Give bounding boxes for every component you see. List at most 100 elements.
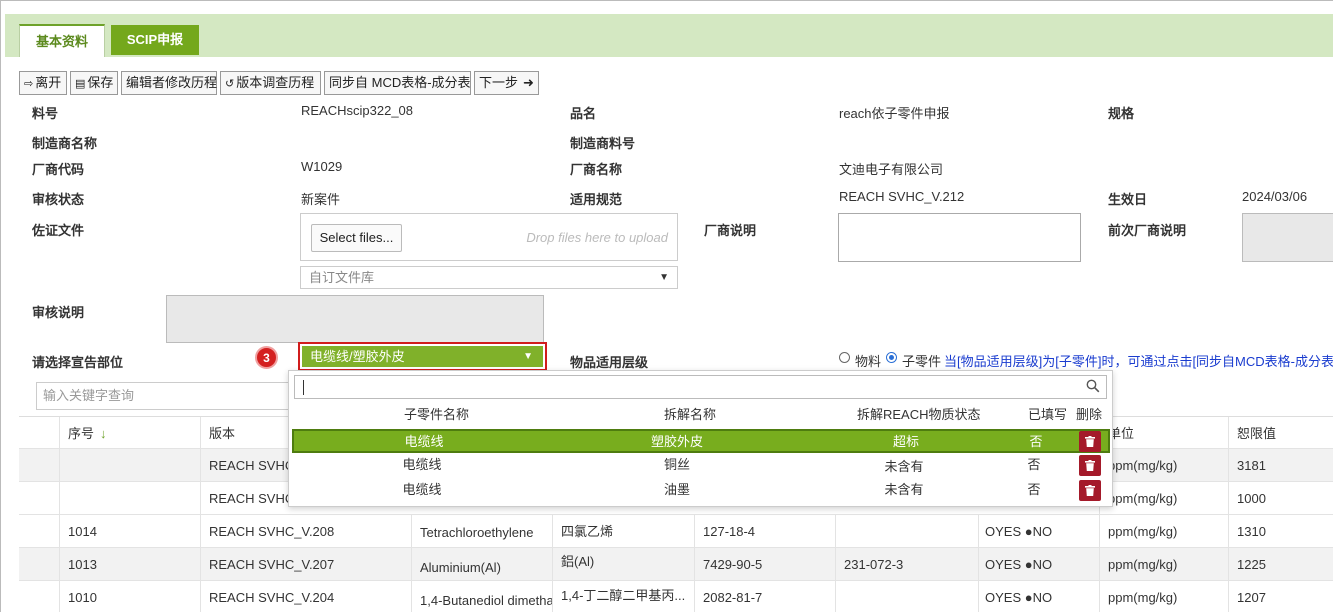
save-button[interactable]: ▤ 保存 [70, 71, 118, 95]
trash-icon[interactable] [1079, 431, 1101, 452]
vendor-name-label: 厂商名称 [570, 162, 623, 177]
table-row[interactable]: 1014 REACH SVHC_V.208 Tetrachloroethylen… [19, 515, 1333, 548]
leave-button[interactable]: ⇨ 离开 [19, 71, 67, 95]
sync-mcd-label: 同步自 MCD表格-成分表 [329, 75, 471, 90]
table-cell: REACH SVHC_V.208 [200, 515, 411, 547]
table-header [19, 417, 59, 448]
part-no-value: REACHscip322_08 [301, 103, 414, 118]
option-subpart: 电缆线 [402, 457, 442, 472]
file-upload-zone[interactable]: Select files... Drop files here to uploa… [300, 213, 678, 261]
custom-library-select[interactable]: 自订文件库 ▼ [300, 266, 678, 289]
regulation-value: REACH SVHC_V.212 [839, 189, 965, 204]
yes-no-radio[interactable]: OYES ●NO [978, 581, 1099, 612]
option-subpart: 电缆线 [404, 434, 444, 449]
table-cell: Tetrachloroethylene [411, 515, 552, 547]
table-row[interactable]: 1010 REACH SVHC_V.204 1,4-Butanediol dim… [19, 581, 1333, 612]
table-cell [19, 581, 59, 612]
table-cell [19, 548, 59, 580]
maker-part-label: 制造商料号 [570, 136, 636, 151]
tab-scip-declaration[interactable]: SCIP申报 [111, 25, 199, 55]
trash-icon[interactable] [1079, 455, 1101, 476]
option-subpart: 电缆线 [402, 482, 442, 497]
table-cell: 1207 [1228, 581, 1333, 612]
table-cell: 1014 [59, 515, 200, 547]
drop-files-hint: Drop files here to upload [526, 230, 668, 245]
option-filled: 否 [1029, 434, 1043, 449]
level-radio-subpart[interactable] [886, 352, 897, 363]
table-header-seq-label: 序号 [68, 426, 95, 441]
table-header-unit[interactable]: 单位 [1099, 417, 1228, 448]
page-frame: 基本资料 SCIP申报 ⇨ 离开 ▤ 保存 编辑者修改历程 ↺ 版本调查历程 同步自 … [0, 0, 1333, 612]
yes-no-radio[interactable]: OYES ●NO [978, 515, 1099, 547]
dropdown-search-input[interactable] [294, 375, 1107, 399]
table-cell: 3181 [1228, 449, 1333, 481]
tab-basic-info[interactable]: 基本资料 [19, 24, 105, 57]
evidence-label: 佐证文件 [32, 223, 85, 238]
option-status: 超标 [892, 434, 920, 449]
table-cell: ppm(mg/kg) [1099, 581, 1228, 612]
search-icon[interactable] [1086, 379, 1100, 396]
exit-icon: ⇨ [24, 78, 34, 90]
table-row[interactable]: 1013 REACH SVHC_V.207 Aluminium(Al) 鋁(Al… [19, 548, 1333, 581]
keyword-search-input[interactable]: 输入关键字查询 [36, 382, 296, 410]
editor-history-label: 编辑者修改历程 [126, 75, 218, 90]
editor-history-button[interactable]: 编辑者修改历程 [121, 71, 217, 95]
table-cell: REACH SVHC_V.207 [200, 548, 411, 580]
declare-part-label: 请选择宣告部位 [32, 355, 124, 370]
trash-icon[interactable] [1079, 480, 1101, 501]
table-cell [835, 581, 978, 612]
review-note-textarea [166, 295, 544, 343]
yes-no-radio[interactable]: OYES ●NO [978, 548, 1099, 580]
table-cell: 1010 [59, 581, 200, 612]
save-label: 保存 [87, 75, 114, 90]
dropdown-header-filled: 已填写 [1028, 407, 1068, 422]
option-filled: 否 [1027, 457, 1041, 472]
table-cell [59, 449, 200, 481]
option-filled: 否 [1027, 482, 1041, 497]
dropdown-option[interactable]: 电缆线 油墨 未含有 否 [292, 479, 1110, 503]
vendor-name-value: 文迪电子有限公司 [839, 162, 944, 177]
table-cell: 231-072-3 [835, 548, 978, 580]
table-cell [19, 482, 59, 514]
dropdown-option[interactable]: 电缆线 塑胶外皮 超标 否 [292, 429, 1110, 453]
declare-part-select[interactable]: 电缆线/塑胶外皮 ▼ [298, 342, 547, 371]
select-files-button[interactable]: Select files... [311, 224, 402, 252]
vendor-note-textarea[interactable] [838, 213, 1081, 262]
table-cell: 7429-90-5 [694, 548, 835, 580]
table-cell: 鋁(Al) [552, 548, 694, 580]
table-cell [19, 449, 59, 481]
table-header-seq[interactable]: 序号 ↓ [59, 417, 200, 448]
save-icon: ▤ [75, 78, 86, 90]
sync-mcd-button[interactable]: 同步自 MCD表格-成分表 [324, 71, 471, 95]
table-cell [19, 515, 59, 547]
next-step-label: 下一步 [479, 75, 519, 90]
option-status: 未含有 [884, 482, 924, 497]
declare-part-dropdown: 子零件名称 拆解名称 拆解REACH物质状态 已填写 删除 电缆线 塑胶外皮 超… [288, 370, 1113, 507]
effective-date-label: 生效日 [1108, 192, 1148, 207]
product-name-label: 品名 [570, 106, 597, 121]
vendor-code-label: 厂商代码 [32, 162, 85, 177]
table-cell: 2082-81-7 [694, 581, 835, 612]
dropdown-option[interactable]: 电缆线 铜丝 未含有 否 [292, 454, 1110, 478]
next-step-button[interactable]: 下一步 ➜ [474, 71, 539, 95]
option-disassembly: 油墨 [663, 482, 691, 497]
table-cell: ppm(mg/kg) [1099, 449, 1228, 481]
level-hint-text: 当[物品适用层级]为[子零件]时，可通过点击[同步自MCD表格-成分表 [944, 354, 1333, 369]
sort-down-icon: ↓ [100, 426, 107, 441]
version-history-label: 版本调查历程 [236, 75, 315, 90]
table-cell [59, 482, 200, 514]
dropdown-header-delete: 删除 [1076, 407, 1103, 422]
version-history-button[interactable]: ↺ 版本调查历程 [220, 71, 321, 95]
spec-label: 规格 [1108, 106, 1135, 121]
table-cell [835, 515, 978, 547]
dropdown-header-reach-status: 拆解REACH物质状态 [857, 407, 981, 422]
part-no-label: 料号 [32, 106, 59, 121]
table-header-threshold[interactable]: 恕限值 [1228, 417, 1333, 448]
prev-vendor-note-textarea [1242, 213, 1333, 262]
leave-label: 离开 [35, 75, 62, 90]
history-icon: ↺ [225, 78, 235, 90]
level-radio-material[interactable] [839, 352, 850, 363]
custom-library-value: 自订文件库 [309, 270, 375, 285]
review-status-value: 新案件 [301, 192, 341, 207]
regulation-label: 适用规范 [570, 192, 623, 207]
